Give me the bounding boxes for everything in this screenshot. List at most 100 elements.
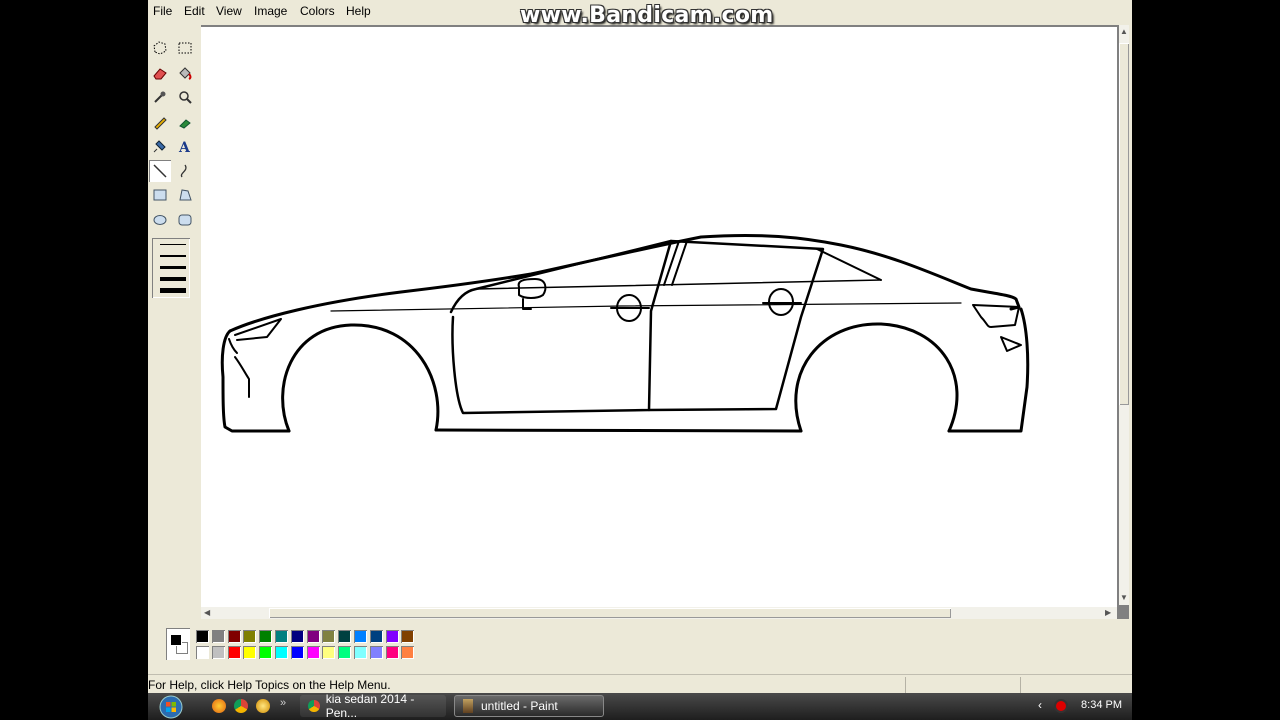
polygon-tool[interactable] (174, 184, 196, 206)
fill-tool[interactable] (174, 62, 196, 84)
color-swatch[interactable] (306, 630, 320, 643)
ellipse-icon (153, 214, 167, 225)
drawing-canvas[interactable] (201, 27, 1117, 608)
menu-help[interactable]: Help (346, 4, 371, 18)
brush-tool[interactable] (174, 111, 196, 133)
paint-window: File Edit View Image Colors Help A ▲ ▼ ◀… (148, 0, 1132, 693)
show-hidden-icons-icon[interactable]: ‹ (1038, 698, 1042, 712)
start-button[interactable] (156, 693, 186, 720)
color-swatch[interactable] (275, 646, 288, 659)
ellipse-tool[interactable] (149, 209, 171, 231)
line-width-1[interactable] (160, 244, 186, 245)
rounded-rectangle-tool[interactable] (174, 209, 196, 231)
eyedropper-icon (154, 91, 166, 103)
scroll-down-arrow-icon[interactable]: ▼ (1120, 593, 1128, 602)
color-swatch[interactable] (290, 630, 304, 643)
line-width-5[interactable] (160, 288, 186, 293)
clock[interactable]: 8:34 PM (1081, 699, 1122, 711)
taskbar-item-paint[interactable]: untitled - Paint (454, 695, 604, 717)
color-swatch[interactable] (259, 646, 273, 659)
status-divider (1020, 677, 1021, 693)
color-swatch[interactable] (227, 630, 241, 643)
free-form-select-tool[interactable] (149, 37, 171, 59)
vertical-scroll-thumb[interactable] (1119, 43, 1129, 405)
color-swatch[interactable] (322, 630, 336, 643)
pencil-tool[interactable] (149, 111, 171, 133)
recording-icon[interactable] (1056, 701, 1066, 711)
curve-icon (180, 164, 187, 177)
text-tool[interactable]: A (174, 135, 196, 157)
pencil-icon (154, 116, 167, 130)
vertical-scrollbar[interactable]: ▲ ▼ (1119, 25, 1129, 605)
canvas-area: ▲ ▼ ◀ ▶ (201, 25, 1129, 619)
curve-tool[interactable] (174, 160, 196, 182)
color-swatch[interactable] (385, 646, 399, 659)
color-swatch[interactable] (243, 630, 257, 643)
magnifier-tool[interactable] (174, 86, 196, 108)
scroll-right-arrow-icon[interactable]: ▶ (1105, 608, 1111, 617)
color-swatch[interactable] (338, 646, 352, 659)
current-colors[interactable] (166, 628, 190, 660)
car-sketch (220, 233, 1030, 433)
color-swatch[interactable] (354, 646, 367, 659)
color-swatch[interactable] (338, 630, 352, 643)
rectangle-tool[interactable] (149, 184, 171, 206)
color-swatch[interactable] (275, 630, 288, 643)
text-icon: A (178, 140, 191, 154)
color-swatch[interactable] (227, 646, 241, 659)
line-icon (153, 163, 167, 178)
eraser-tool[interactable] (149, 62, 171, 84)
color-swatch[interactable] (196, 646, 209, 659)
status-divider (905, 677, 906, 693)
color-swatch[interactable] (369, 630, 383, 643)
rectangle-icon (153, 189, 167, 201)
select-tool[interactable] (174, 37, 196, 59)
color-swatch[interactable] (259, 630, 273, 643)
line-width-4[interactable] (160, 277, 186, 281)
menu-file[interactable]: File (153, 4, 172, 18)
polygon-icon (179, 189, 192, 201)
color-swatch[interactable] (354, 630, 367, 643)
menu-colors[interactable]: Colors (300, 4, 335, 18)
foreground-color-swatch[interactable] (170, 634, 182, 646)
status-bar: For Help, click Help Topics on the Help … (148, 674, 1132, 693)
color-swatch[interactable] (369, 646, 383, 659)
windows-orb-icon (159, 695, 183, 718)
menu-view[interactable]: View (216, 4, 242, 18)
chrome-icon (308, 700, 320, 712)
taskbar: » kia sedan 2014 - Pen... untitled - Pai… (148, 692, 1132, 720)
line-tool[interactable] (149, 159, 171, 182)
menu-image[interactable]: Image (254, 4, 287, 18)
line-width-2[interactable] (160, 255, 186, 257)
taskbar-item-chrome[interactable]: kia sedan 2014 - Pen... (300, 692, 446, 720)
color-swatch[interactable] (211, 646, 225, 659)
line-width-3[interactable] (160, 266, 186, 269)
color-swatch[interactable] (211, 630, 225, 643)
scroll-left-arrow-icon[interactable]: ◀ (204, 608, 210, 617)
color-swatch[interactable] (306, 646, 320, 659)
more-quicklaunch-icon[interactable]: » (280, 697, 286, 709)
airbrush-icon (153, 140, 166, 153)
color-swatch[interactable] (401, 646, 415, 659)
color-swatch[interactable] (290, 646, 304, 659)
scroll-up-arrow-icon[interactable]: ▲ (1120, 27, 1128, 36)
taskbar-item-label: kia sedan 2014 - Pen... (325, 692, 415, 720)
pick-color-tool[interactable] (149, 86, 171, 108)
color-swatch[interactable] (401, 630, 415, 643)
menu-edit[interactable]: Edit (184, 4, 205, 18)
horizontal-scrollbar[interactable]: ◀ ▶ (201, 607, 1117, 619)
firefox-icon[interactable] (212, 699, 226, 713)
eraser-icon (153, 67, 167, 79)
app-icon[interactable] (256, 699, 270, 713)
color-swatch[interactable] (243, 646, 257, 659)
color-palette (166, 628, 436, 662)
color-swatch[interactable] (385, 630, 399, 643)
color-swatch[interactable] (196, 630, 209, 643)
rounded-rectangle-icon (178, 214, 192, 225)
line-width-selector[interactable] (152, 238, 190, 298)
chrome-icon[interactable] (234, 699, 248, 713)
airbrush-tool[interactable] (149, 135, 171, 157)
rect-select-icon (178, 42, 192, 54)
color-swatch[interactable] (322, 646, 336, 659)
horizontal-scroll-thumb[interactable] (269, 608, 951, 618)
